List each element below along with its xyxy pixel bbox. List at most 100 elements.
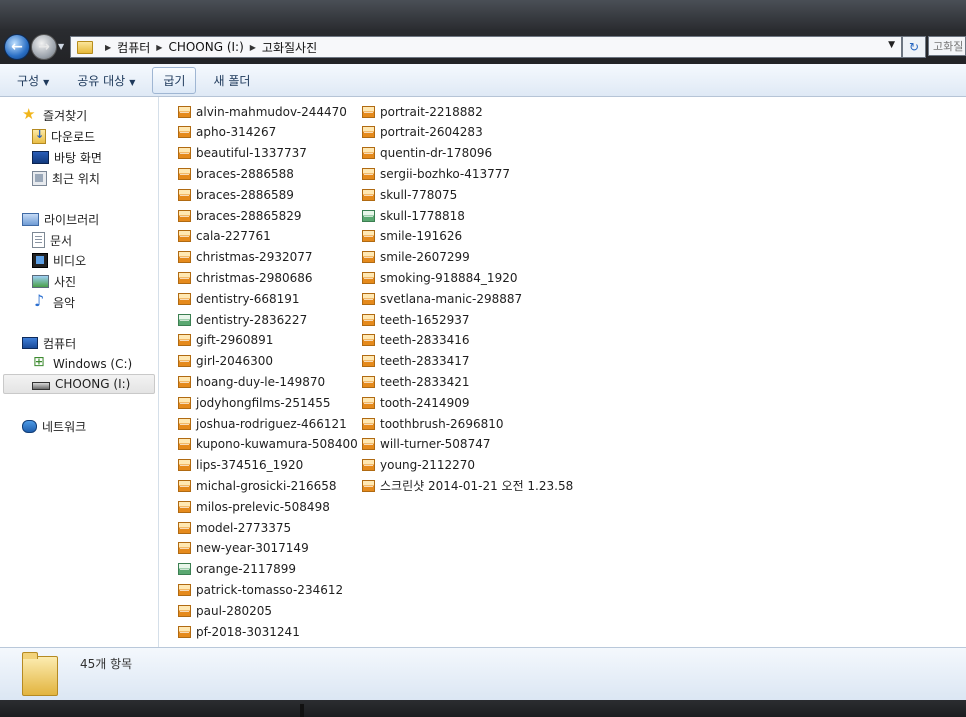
file-item[interactable]: christmas-2980686 — [178, 268, 313, 287]
file-item[interactable]: tooth-2414909 — [362, 393, 469, 412]
file-item[interactable]: skull-1778818 — [362, 206, 465, 225]
jpg-file-icon — [178, 271, 191, 284]
file-item[interactable]: milos-prelevic-508498 — [178, 497, 330, 516]
file-item[interactable]: teeth-2833416 — [362, 331, 470, 350]
file-item[interactable]: smile-2607299 — [362, 248, 470, 267]
file-item[interactable]: teeth-1652937 — [362, 310, 470, 329]
file-name: joshua-rodriguez-466121 — [196, 416, 347, 431]
burn-button[interactable]: 굽기 — [152, 66, 197, 94]
file-item[interactable]: gift-2960891 — [178, 331, 273, 350]
nav-music[interactable]: 음악 — [32, 291, 75, 312]
file-item[interactable]: braces-2886588 — [178, 164, 294, 183]
file-item[interactable]: girl-2046300 — [178, 352, 273, 371]
nav-downloads[interactable]: 다운로드 — [32, 126, 95, 146]
file-item[interactable]: pf-2018-3031241 — [178, 622, 300, 641]
file-item[interactable]: quentin-dr-178096 — [362, 144, 492, 163]
file-item[interactable]: braces-2886589 — [178, 185, 294, 204]
file-item[interactable]: braces-28865829 — [178, 206, 302, 225]
nav-video[interactable]: 비디오 — [32, 250, 86, 270]
file-item[interactable]: skull-778075 — [362, 185, 457, 204]
nav-network[interactable]: 네트워크 — [22, 416, 86, 436]
forward-button[interactable]: → — [31, 34, 57, 60]
music-icon — [32, 291, 48, 310]
nav-recent[interactable]: 최근 위치 — [32, 168, 100, 188]
file-name: 스크린샷 2014-01-21 오전 1.23.58 — [380, 479, 574, 494]
file-item[interactable]: teeth-2833417 — [362, 352, 470, 371]
file-name: gift-2960891 — [196, 333, 274, 348]
share-button[interactable]: 공유 대상 ▼ — [66, 67, 146, 94]
file-name: tooth-2414909 — [380, 395, 470, 410]
jpg-file-icon — [178, 521, 191, 534]
divider — [300, 704, 304, 717]
nav-desktop[interactable]: 바탕 화면 — [32, 147, 102, 167]
library-icon — [22, 212, 39, 226]
file-item[interactable]: will-turner-508747 — [362, 435, 490, 454]
search-input[interactable]: 고화질 — [928, 36, 966, 56]
jpg-file-icon — [362, 126, 375, 139]
nav-favorites[interactable]: 즐겨찾기 — [22, 105, 87, 125]
breadcrumb-arrow-icon[interactable]: ▶ — [105, 43, 111, 52]
file-item[interactable]: smoking-918884_1920 — [362, 268, 517, 287]
nav-usb-drive[interactable]: CHOONG (I:) — [3, 374, 155, 394]
file-item[interactable]: patrick-tomasso-234612 — [178, 580, 343, 599]
address-bar[interactable]: ▶ 컴퓨터 ▶ CHOONG (I:) ▶ 고화질사진 ▼ — [70, 36, 902, 58]
file-item[interactable]: new-year-3017149 — [178, 539, 309, 558]
file-item[interactable]: portrait-2604283 — [362, 123, 483, 142]
file-item[interactable]: hoang-duy-le-149870 — [178, 372, 325, 391]
jpg-file-icon — [178, 167, 191, 180]
file-item[interactable]: beautiful-1337737 — [178, 144, 307, 163]
breadcrumb-folder[interactable]: 고화질사진 — [262, 39, 317, 56]
nav-pictures[interactable]: 사진 — [32, 271, 76, 291]
chevron-down-icon: ▼ — [43, 77, 50, 87]
jpg-file-icon — [178, 355, 191, 368]
recent-pages-dropdown[interactable]: ▼ — [58, 42, 64, 51]
file-item[interactable]: orange-2117899 — [178, 560, 296, 579]
nav-windows-drive[interactable]: Windows (C:) — [32, 354, 132, 374]
file-item[interactable]: lips-374516_1920 — [178, 456, 303, 475]
file-item[interactable]: dentistry-668191 — [178, 289, 300, 308]
nav-label: 비디오 — [53, 253, 87, 268]
jpg-file-icon — [362, 396, 375, 409]
file-name: new-year-3017149 — [196, 541, 309, 556]
file-name: apho-314267 — [196, 125, 277, 140]
address-dropdown-icon[interactable]: ▼ — [888, 40, 895, 50]
nav-documents[interactable]: 문서 — [32, 230, 72, 250]
jpg-file-icon — [362, 313, 375, 326]
file-item[interactable]: alvin-mahmudov-244470 — [178, 102, 347, 121]
organize-button[interactable]: 구성 ▼ — [6, 67, 60, 94]
nav-computer[interactable]: 컴퓨터 — [22, 333, 76, 353]
back-button[interactable]: ← — [4, 34, 30, 60]
file-item[interactable]: michal-grosicki-216658 — [178, 476, 336, 495]
file-name: jodyhongfilms-251455 — [196, 395, 331, 410]
breadcrumb-arrow-icon[interactable]: ▶ — [156, 43, 162, 52]
file-item[interactable]: young-2112270 — [362, 456, 475, 475]
file-item[interactable]: portrait-2218882 — [362, 102, 483, 121]
navigation-pane[interactable]: 즐겨찾기 다운로드 바탕 화면 최근 위치 라이브러리 문서 비디오 사진 음악… — [0, 97, 159, 647]
file-item[interactable]: apho-314267 — [178, 123, 276, 142]
file-name: will-turner-508747 — [380, 437, 491, 452]
file-item[interactable]: svetlana-manic-298887 — [362, 289, 522, 308]
file-item[interactable]: jodyhongfilms-251455 — [178, 393, 331, 412]
file-item[interactable]: christmas-2932077 — [178, 248, 313, 267]
file-item[interactable]: cala-227761 — [178, 227, 271, 246]
jpg-file-icon — [362, 188, 375, 201]
file-item[interactable]: sergii-bozhko-413777 — [362, 164, 510, 183]
breadcrumb-drive[interactable]: CHOONG (I:) — [168, 40, 243, 54]
file-item[interactable]: kupono-kuwamura-508400 — [178, 435, 358, 454]
file-item[interactable]: teeth-2833421 — [362, 372, 470, 391]
file-item[interactable]: model-2773375 — [178, 518, 291, 537]
file-item[interactable]: toothbrush-2696810 — [362, 414, 504, 433]
jpg-file-icon — [178, 396, 191, 409]
breadcrumb-arrow-icon[interactable]: ▶ — [250, 43, 256, 52]
breadcrumb-computer[interactable]: 컴퓨터 — [117, 39, 150, 56]
file-item[interactable]: paul-280205 — [178, 601, 272, 620]
new-folder-button[interactable]: 새 폴더 — [202, 67, 261, 94]
file-item[interactable]: joshua-rodriguez-466121 — [178, 414, 347, 433]
nav-label: 즐겨찾기 — [43, 108, 88, 123]
file-name: teeth-2833417 — [380, 354, 470, 369]
file-item[interactable]: 스크린샷 2014-01-21 오전 1.23.58 — [362, 476, 573, 495]
file-item[interactable]: smile-191626 — [362, 227, 462, 246]
file-item[interactable]: dentistry-2836227 — [178, 310, 307, 329]
refresh-button[interactable]: ↻ — [902, 36, 926, 58]
nav-libraries[interactable]: 라이브러리 — [22, 209, 99, 229]
